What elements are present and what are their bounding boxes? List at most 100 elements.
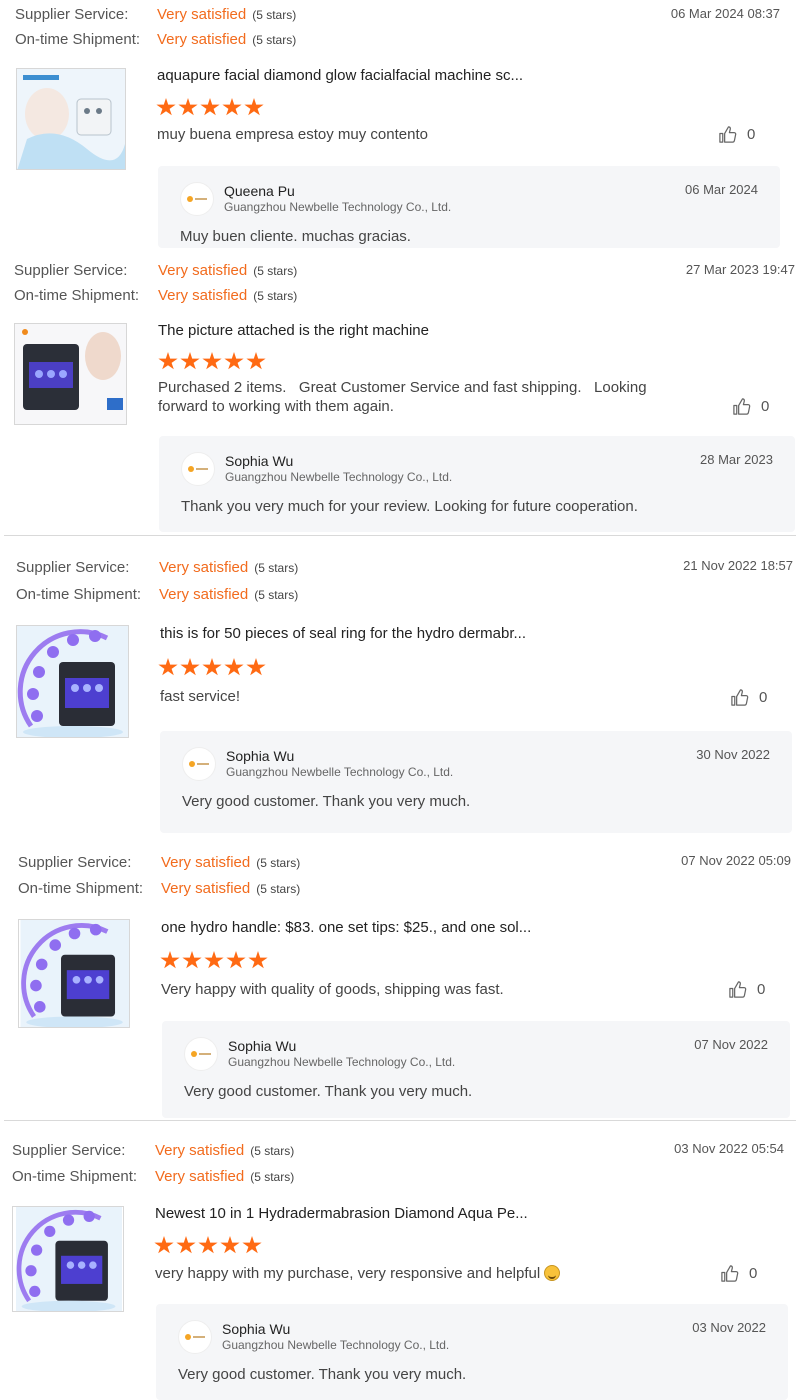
like-button[interactable]: 0 <box>732 397 769 416</box>
supplier-service-value: Very satisfied <box>157 6 247 23</box>
supplier-service-stars: (5 stars) <box>256 856 301 870</box>
product-title[interactable]: one hydro handle: $83. one set tips: $25… <box>161 919 531 936</box>
ontime-shipment-value: Very satisfied <box>161 880 251 897</box>
like-count: 0 <box>749 1265 758 1282</box>
product-thumbnail[interactable] <box>16 68 126 170</box>
star-icon <box>158 352 178 370</box>
ontime-shipment-row: On-time Shipment: Very satisfied (5 stars) <box>18 880 300 897</box>
divider <box>4 535 796 536</box>
ontime-shipment-stars: (5 stars) <box>250 1170 295 1184</box>
ontime-shipment-value: Very satisfied <box>158 287 248 304</box>
thumbs-up-icon <box>721 1265 739 1282</box>
thumbs-up-icon <box>731 689 749 706</box>
ontime-shipment-row: On-time Shipment: Very satisfied (5 stars) <box>14 287 297 304</box>
review-stars <box>158 352 266 371</box>
reply-text: Thank you very much for your review. Loo… <box>181 498 638 515</box>
avatar <box>184 1037 218 1071</box>
supplier-service-label: Supplier Service: <box>15 6 129 23</box>
supplier-service-label: Supplier Service: <box>18 854 132 871</box>
supplier-service-label: Supplier Service: <box>16 559 130 576</box>
thumbs-up-icon <box>733 398 751 415</box>
star-icon <box>158 658 178 676</box>
star-icon <box>180 352 200 370</box>
product-thumbnail[interactable] <box>14 323 127 425</box>
ontime-shipment-stars: (5 stars) <box>253 289 298 303</box>
reply-author: Sophia Wu <box>225 453 294 469</box>
product-title[interactable]: this is for 50 pieces of seal ring for t… <box>160 625 526 642</box>
star-icon <box>154 1236 174 1254</box>
like-count: 0 <box>757 981 766 998</box>
product-title[interactable]: aquapure facial diamond glow facialfacia… <box>157 67 523 84</box>
ontime-shipment-label: On-time Shipment: <box>14 287 140 304</box>
review-comment-line-2: forward to working with them again. <box>158 398 394 415</box>
smiling-face-icon <box>544 1265 561 1281</box>
reply-text: Very good customer. Thank you very much. <box>182 793 471 810</box>
like-button[interactable]: 0 <box>728 980 765 999</box>
review-comment: Very happy with quality of goods, shippi… <box>161 981 504 998</box>
review-comment-row: very happy with my purchase, very respon… <box>155 1264 561 1283</box>
supplier-service-value: Very satisfied <box>155 1142 245 1159</box>
review-comment: very happy with my purchase, very respon… <box>155 1265 541 1282</box>
reply-text: Muy buen cliente. muchas gracias. <box>180 228 411 245</box>
star-icon <box>224 352 244 370</box>
review-date: 27 Mar 2023 19:47 <box>685 262 795 277</box>
supplier-service-stars: (5 stars) <box>254 561 299 575</box>
star-icon <box>182 951 202 969</box>
product-title[interactable]: Newest 10 in 1 Hydradermabrasion Diamond… <box>155 1205 528 1222</box>
star-icon <box>200 98 220 116</box>
supplier-service-row: Supplier Service: Very satisfied (5 stars) <box>14 262 297 279</box>
star-icon <box>246 658 266 676</box>
supplier-service-stars: (5 stars) <box>253 264 298 278</box>
ontime-shipment-row: On-time Shipment: Very satisfied (5 stars) <box>16 586 298 603</box>
reply-text: Very good customer. Thank you very much. <box>184 1083 473 1100</box>
review-comment: muy buena empresa estoy muy contento <box>157 126 428 143</box>
supplier-service-value: Very satisfied <box>158 262 248 279</box>
product-thumbnail[interactable] <box>12 1206 124 1312</box>
supplier-service-label: Supplier Service: <box>14 262 128 279</box>
review-date: 03 Nov 2022 05:54 <box>674 1141 784 1156</box>
reply-author: Queena Pu <box>224 183 295 199</box>
product-thumbnail[interactable] <box>16 625 129 738</box>
avatar <box>180 182 214 216</box>
avatar <box>178 1320 212 1354</box>
star-icon <box>224 658 244 676</box>
ontime-shipment-value: Very satisfied <box>157 31 247 48</box>
product-title[interactable]: The picture attached is the right machin… <box>158 322 429 339</box>
ontime-shipment-label: On-time Shipment: <box>15 31 141 48</box>
reply-company: Guangzhou Newbelle Technology Co., Ltd. <box>224 200 452 214</box>
reply-date: 03 Nov 2022 <box>692 1320 766 1335</box>
supplier-reply: Queena Pu Guangzhou Newbelle Technology … <box>158 166 780 248</box>
supplier-service-row: Supplier Service: Very satisfied (5 stars) <box>18 854 300 871</box>
reply-author: Sophia Wu <box>222 1321 291 1337</box>
supplier-reply: Sophia Wu Guangzhou Newbelle Technology … <box>160 731 792 833</box>
star-icon <box>244 98 264 116</box>
supplier-reply: Sophia Wu Guangzhou Newbelle Technology … <box>159 436 795 532</box>
like-button[interactable]: 0 <box>730 688 767 707</box>
reply-author: Sophia Wu <box>226 748 295 764</box>
ontime-shipment-label: On-time Shipment: <box>16 586 142 603</box>
reply-company: Guangzhou Newbelle Technology Co., Ltd. <box>226 765 454 779</box>
star-icon <box>204 951 224 969</box>
supplier-service-value: Very satisfied <box>161 854 251 871</box>
review-item: Supplier Service: Very satisfied (5 stars)… <box>0 846 800 1118</box>
product-thumbnail[interactable] <box>18 919 130 1028</box>
ontime-shipment-stars: (5 stars) <box>252 33 297 47</box>
review-date: 06 Mar 2024 08:37 <box>670 6 780 21</box>
review-stars <box>158 658 266 677</box>
star-icon <box>160 951 180 969</box>
reply-company: Guangzhou Newbelle Technology Co., Ltd. <box>225 470 453 484</box>
reply-author: Sophia Wu <box>228 1038 297 1054</box>
like-button[interactable]: 0 <box>718 125 755 144</box>
supplier-service-row: Supplier Service: Very satisfied (5 stars) <box>16 559 298 576</box>
supplier-service-value: Very satisfied <box>159 559 249 576</box>
ontime-shipment-stars: (5 stars) <box>254 588 299 602</box>
review-item: Supplier Service: Very satisfied (5 stars)… <box>0 1134 800 1400</box>
ontime-shipment-row: On-time Shipment: Very satisfied (5 stars) <box>12 1168 294 1185</box>
star-icon <box>202 352 222 370</box>
star-icon <box>220 1236 240 1254</box>
reply-date: 07 Nov 2022 <box>694 1037 768 1052</box>
like-count: 0 <box>747 126 756 143</box>
like-button[interactable]: 0 <box>720 1264 757 1283</box>
divider <box>4 1120 796 1121</box>
review-stars <box>160 951 268 970</box>
